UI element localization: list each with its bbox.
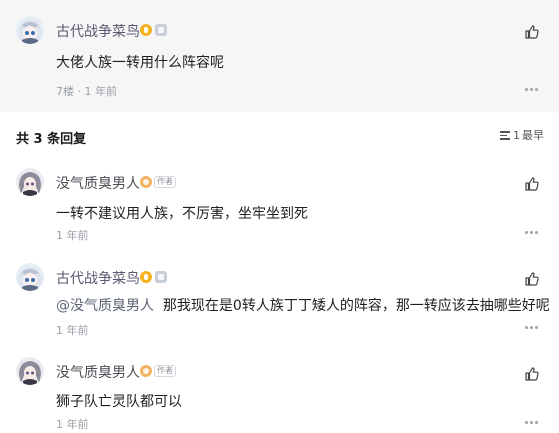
reply-content: 一转不建议用人族，不厉害，坐牢坐到死 bbox=[56, 206, 308, 222]
more-icon[interactable] bbox=[525, 326, 539, 330]
more-icon[interactable] bbox=[525, 421, 539, 425]
author-badge: 作者 bbox=[154, 365, 176, 377]
sort-count: 1 bbox=[513, 128, 520, 142]
sort-label: 最早 bbox=[522, 129, 544, 142]
reply-count-title: 共 3 条回复 bbox=[16, 132, 87, 147]
level-icon bbox=[140, 365, 152, 377]
more-icon[interactable] bbox=[525, 88, 539, 92]
avatar[interactable] bbox=[16, 168, 44, 196]
reply-meta: 1 年前 bbox=[56, 229, 89, 242]
like-icon[interactable] bbox=[524, 24, 540, 40]
like-icon[interactable] bbox=[524, 366, 540, 382]
sort-button[interactable]: 1 最早 bbox=[500, 127, 544, 143]
author-badge: 作者 bbox=[154, 176, 176, 188]
mention-link[interactable]: @没气质臭男人 bbox=[56, 298, 154, 314]
reply-meta: 1 年前 bbox=[56, 418, 89, 431]
medal-icon bbox=[155, 271, 167, 283]
like-icon[interactable] bbox=[524, 176, 540, 192]
avatar[interactable] bbox=[16, 16, 44, 44]
level-icon bbox=[140, 271, 152, 283]
avatar[interactable] bbox=[16, 357, 44, 385]
avatar[interactable] bbox=[16, 263, 44, 291]
reply-text: 那我现在是0转人族丁丁矮人的阵容，那一转应该去抽哪些好呢 bbox=[162, 298, 550, 314]
sort-icon bbox=[500, 130, 512, 140]
reply-content: 狮子队亡灵队都可以 bbox=[56, 394, 182, 410]
username[interactable]: 古代战争菜鸟 bbox=[56, 21, 140, 41]
original-comment: 古代战争菜鸟 大佬人族一转用什么阵容呢 7楼 · 1 年前 bbox=[0, 0, 559, 112]
username[interactable]: 没气质臭男人 bbox=[56, 362, 140, 382]
level-icon bbox=[140, 176, 152, 188]
comment-meta: 7楼 · 1 年前 bbox=[56, 85, 117, 98]
more-icon[interactable] bbox=[525, 231, 539, 235]
reply-meta: 1 年前 bbox=[56, 324, 89, 337]
medal-icon bbox=[155, 24, 167, 36]
like-icon[interactable] bbox=[524, 271, 540, 287]
reply-content: @没气质臭男人 那我现在是0转人族丁丁矮人的阵容，那一转应该去抽哪些好呢 bbox=[56, 295, 550, 315]
comment-content: 大佬人族一转用什么阵容呢 bbox=[56, 55, 224, 71]
username[interactable]: 没气质臭男人 bbox=[56, 173, 140, 193]
username[interactable]: 古代战争菜鸟 bbox=[56, 268, 140, 288]
level-icon bbox=[140, 24, 152, 36]
